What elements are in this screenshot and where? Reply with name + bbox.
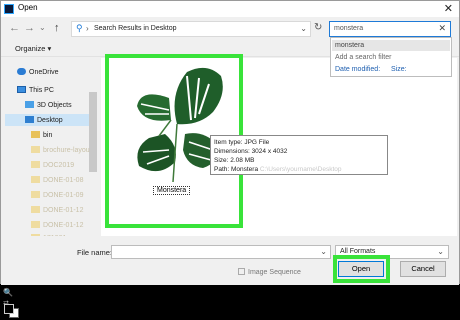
- breadcrumb-chevron-icon[interactable]: ›: [86, 24, 89, 33]
- cancel-button[interactable]: Cancel: [400, 261, 446, 277]
- sidebar-item-onedrive[interactable]: OneDrive: [17, 68, 59, 76]
- tooltip-item-type: Item type: JPG File: [214, 139, 270, 146]
- folder-icon: [31, 191, 40, 198]
- sidebar-item-label: bin: [43, 132, 53, 139]
- sidebar-item-label: DONE-01-08: [43, 177, 84, 184]
- dialog-footer: File name: ⌄ All Formats ⌄ Image Sequenc…: [1, 237, 459, 285]
- format-dropdown-icon[interactable]: ⌄: [437, 247, 444, 256]
- photoshop-app-icon: [4, 4, 14, 14]
- sidebar-item-label: brochure-layou: [43, 147, 90, 154]
- sidebar-item-done-01-09[interactable]: DONE-01-09: [31, 191, 83, 199]
- filter-date-modified[interactable]: Date modified:: [335, 66, 380, 73]
- search-input[interactable]: monstera: [334, 25, 363, 32]
- image-sequence-label: Image Sequence: [248, 269, 301, 276]
- sidebar-item-done-01-12[interactable]: DONE-01-12: [31, 206, 83, 214]
- window-title: Open: [18, 3, 38, 12]
- search-suggestions: monstera Add a search filter Date modifi…: [330, 37, 452, 77]
- tooltip-size: Size: 2.08 MB: [214, 157, 255, 164]
- open-button[interactable]: Open: [338, 261, 384, 277]
- back-arrow-icon[interactable]: ←: [9, 22, 20, 34]
- format-select-value: All Formats: [340, 248, 376, 255]
- tooltip-path: Path: Monstera: [214, 166, 259, 173]
- folder-icon: [31, 206, 40, 213]
- foreground-color-swatch[interactable]: [4, 304, 14, 314]
- file-name-label: File name:: [77, 248, 113, 257]
- breadcrumb[interactable]: Search Results in Desktop: [94, 25, 176, 32]
- organize-menu-button[interactable]: Organize ▾: [15, 44, 51, 53]
- sidebar-item-bin[interactable]: bin: [31, 131, 52, 139]
- sidebar-item-desktop[interactable]: Desktop: [25, 116, 63, 124]
- sidebar-item-brochure[interactable]: brochure-layou: [31, 146, 90, 154]
- tooltip-dimensions: Dimensions: 3024 x 4032: [214, 148, 288, 155]
- sidebar-scrollbar[interactable]: [89, 92, 97, 172]
- file-info-tooltip: Item type: JPG File Dimensions: 3024 x 4…: [210, 135, 388, 175]
- address-dropdown-icon[interactable]: ⌄: [300, 24, 307, 33]
- sidebar-item-label: Desktop: [37, 117, 63, 124]
- image-sequence-checkbox[interactable]: Image Sequence: [238, 268, 301, 276]
- sidebar-item-label: OneDrive: [29, 69, 59, 76]
- search-box[interactable]: monstera ✕: [329, 21, 451, 37]
- tooltip-path-row: Path: Monstera C:\Users\yourname\Desktop: [214, 165, 387, 174]
- sidebar-item-doc2019[interactable]: DOC2019: [31, 161, 74, 169]
- sidebar-item-label: This PC: [29, 87, 54, 94]
- filter-size[interactable]: Size:: [391, 66, 407, 73]
- navigation-pane: OneDrive This PC 3D Objects Desktop bin …: [1, 58, 99, 236]
- sidebar-item-label: DONE-01-09: [43, 192, 84, 199]
- sidebar-item-done-01-12b[interactable]: DONE-01-12: [31, 221, 83, 229]
- checkbox-icon: [238, 268, 245, 275]
- close-icon[interactable]: ✕: [444, 2, 453, 15]
- folder-icon: [31, 176, 40, 183]
- folder-icon: [31, 234, 40, 236]
- sidebar-item-label: DOC2019: [43, 162, 75, 169]
- title-bar: Open ✕: [1, 1, 459, 17]
- sidebar-item-label: 171001: [43, 235, 66, 236]
- up-arrow-icon[interactable]: ↑: [54, 22, 60, 34]
- sidebar-item-done-01-08[interactable]: DONE-01-08: [31, 176, 83, 184]
- zoom-tool-icon[interactable]: 🔍: [3, 288, 13, 297]
- file-name-caption[interactable]: Monstera: [153, 186, 191, 195]
- refresh-icon[interactable]: ↻: [314, 22, 322, 33]
- tooltip-path-detail: C:\Users\yourname\Desktop: [259, 166, 342, 173]
- sidebar-item-171001[interactable]: 171001: [31, 234, 66, 236]
- search-history-item[interactable]: monstera: [332, 40, 450, 51]
- sidebar-item-label: 3D Objects: [37, 102, 72, 109]
- sidebar-item-label: DONE-01-12: [43, 207, 84, 214]
- file-name-input[interactable]: ⌄: [111, 245, 331, 259]
- add-search-filter-label: Add a search filter: [335, 54, 392, 61]
- file-name-dropdown-icon[interactable]: ⌄: [320, 247, 327, 256]
- clear-search-icon[interactable]: ✕: [438, 23, 446, 34]
- sidebar-item-label: DONE-01-12: [43, 222, 84, 229]
- recent-locations-dropdown-icon[interactable]: ⌄: [39, 23, 46, 32]
- desktop-icon: [25, 116, 34, 123]
- navigation-bar: ← → ⌄ ↑ ⚲ › Search Results in Desktop ⌄ …: [1, 19, 459, 39]
- folder-icon: [31, 146, 40, 153]
- sidebar-item-this-pc[interactable]: This PC: [17, 86, 54, 94]
- search-folder-icon: ⚲: [76, 23, 83, 33]
- computer-icon: [17, 86, 26, 93]
- address-bar[interactable]: ⚲ › Search Results in Desktop ⌄: [71, 21, 311, 37]
- folder-icon: [31, 131, 40, 138]
- folder-icon: [31, 161, 40, 168]
- forward-arrow-icon[interactable]: →: [24, 22, 35, 34]
- cloud-icon: [17, 68, 26, 75]
- folder-icon: [31, 221, 40, 228]
- cube-icon: [25, 101, 34, 108]
- sidebar-item-3d-objects[interactable]: 3D Objects: [25, 101, 72, 109]
